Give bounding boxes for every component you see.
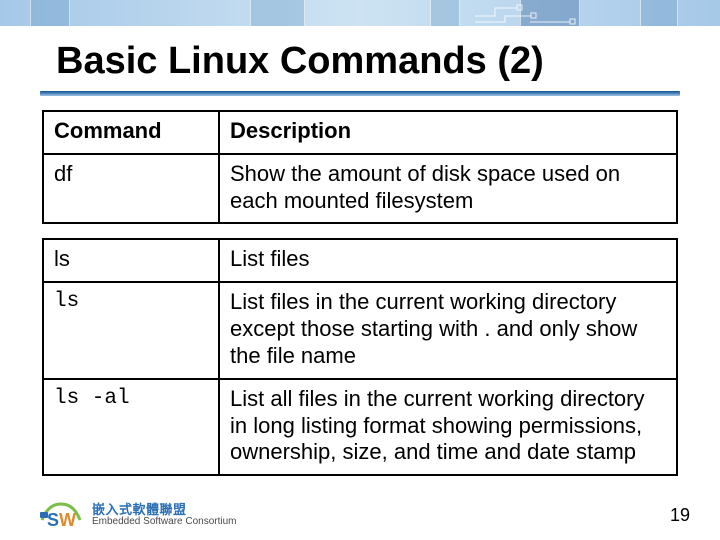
brand-text: 嵌入式軟體聯盟 Embedded Software Consortium [92,503,237,527]
slide: Basic Linux Commands (2) Command Descrip… [0,0,720,540]
brand-logo: S W 嵌入式軟體聯盟 Embedded Software Consortium [40,498,237,532]
cell-command: ls -al [43,379,219,475]
cell-command: ls [43,282,219,378]
footer: S W 嵌入式軟體聯盟 Embedded Software Consortium… [0,498,720,532]
command-table-2: ls List files ls List files in the curre… [42,238,678,476]
cell-command: df [43,154,219,224]
brand-name-zh: 嵌入式軟體聯盟 [92,503,237,517]
table-header-row: Command Description [43,111,677,154]
cell-description: List files in the current working direct… [219,282,677,378]
table-row: ls List files [43,239,677,282]
logo-mark-icon: S W [40,498,82,532]
table-row: ls -al List all files in the current wor… [43,379,677,475]
command-table-1: Command Description df Show the amount o… [42,110,678,224]
svg-text:W: W [59,510,76,530]
cell-description: List files [219,239,677,282]
header-decoration [0,0,720,26]
table-row: df Show the amount of disk space used on… [43,154,677,224]
cell-description: List all files in the current working di… [219,379,677,475]
title-underline [40,91,680,96]
col-header-description: Description [219,111,677,154]
page-title: Basic Linux Commands (2) [0,26,720,91]
cell-command: ls [43,239,219,282]
cell-description: Show the amount of disk space used on ea… [219,154,677,224]
col-header-command: Command [43,111,219,154]
svg-text:S: S [47,510,59,530]
brand-name-en: Embedded Software Consortium [92,517,237,528]
page-number: 19 [670,505,690,532]
circuit-icon [470,2,590,26]
table-row: ls List files in the current working dir… [43,282,677,378]
content-area: Command Description df Show the amount o… [0,110,720,476]
